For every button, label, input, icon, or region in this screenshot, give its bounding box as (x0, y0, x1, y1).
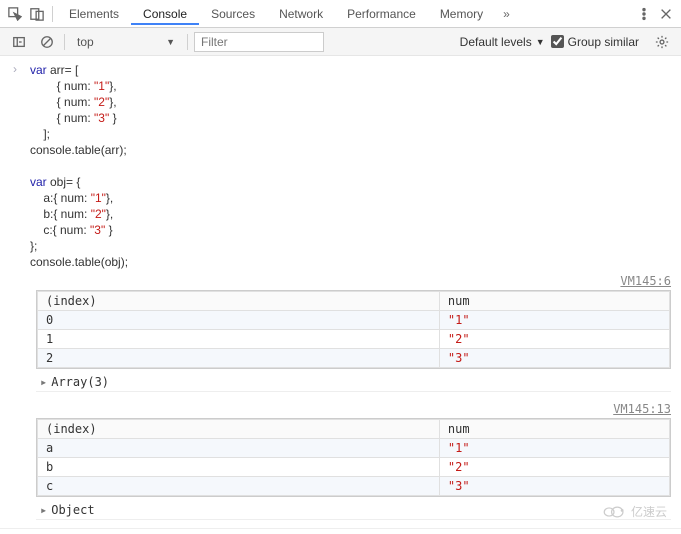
table-row: 0"1" (38, 311, 670, 330)
inspect-icon[interactable] (4, 3, 26, 25)
table-row: 2"3" (38, 349, 670, 368)
kebab-icon[interactable] (633, 3, 655, 25)
close-icon[interactable] (655, 3, 677, 25)
table-header-row: (index) num (38, 292, 670, 311)
tab-elements[interactable]: Elements (57, 3, 131, 25)
col-num[interactable]: num (439, 292, 669, 311)
input-chevron-icon (0, 60, 30, 76)
col-index[interactable]: (index) (38, 420, 440, 439)
table-row: b"2" (38, 458, 670, 477)
group-similar-checkbox[interactable]: Group similar (551, 35, 639, 49)
chevron-down-icon: ▼ (536, 37, 545, 47)
table-row: 1"2" (38, 330, 670, 349)
col-index[interactable]: (index) (38, 292, 440, 311)
table-header-row: (index) num (38, 420, 670, 439)
filter-wrap (194, 32, 454, 52)
console-table-1: (index) num 0"1" 1"2" 2"3" (36, 290, 671, 369)
input-row: var arr= [ { num: "1"}, { num: "2"}, { n… (0, 60, 681, 272)
console-toolbar: top ▼ Default levels ▼ Group similar (0, 28, 681, 56)
source-location-link[interactable]: VM145:6 (0, 272, 681, 290)
chevron-down-icon: ▼ (166, 37, 175, 47)
group-similar-input[interactable] (551, 35, 564, 48)
clear-console-icon[interactable] (36, 31, 58, 53)
level-label: Default levels (460, 35, 532, 49)
device-icon[interactable] (26, 3, 48, 25)
gear-icon[interactable] (651, 31, 673, 53)
context-selector[interactable]: top ▼ (71, 33, 181, 51)
log-level-selector[interactable]: Default levels ▼ (460, 35, 545, 49)
code-block: var arr= [ { num: "1"}, { num: "2"}, { n… (30, 60, 681, 272)
sidebar-toggle-icon[interactable] (8, 31, 30, 53)
divider (0, 528, 681, 529)
divider (52, 6, 53, 22)
table-row: a"1" (38, 439, 670, 458)
divider (187, 34, 188, 50)
console-body: var arr= [ { num: "1"}, { num: "2"}, { n… (0, 56, 681, 534)
group-similar-label: Group similar (568, 35, 639, 49)
source-location-link[interactable]: VM145:13 (0, 400, 681, 418)
console-table-2: (index) num a"1" b"2" c"3" (36, 418, 671, 497)
tab-sources[interactable]: Sources (199, 3, 267, 25)
tab-performance[interactable]: Performance (335, 3, 428, 25)
object-summary[interactable]: Object (36, 501, 671, 520)
tab-memory[interactable]: Memory (428, 3, 495, 25)
object-summary[interactable]: Array(3) (36, 373, 671, 392)
tab-console[interactable]: Console (131, 3, 199, 25)
divider (64, 34, 65, 50)
col-num[interactable]: num (439, 420, 669, 439)
tab-network[interactable]: Network (267, 3, 335, 25)
filter-input[interactable] (194, 32, 324, 52)
tabs-overflow[interactable]: » (495, 7, 518, 21)
table-row: c"3" (38, 477, 670, 496)
context-label: top (77, 35, 94, 49)
devtools-tabbar: Elements Console Sources Network Perform… (0, 0, 681, 28)
